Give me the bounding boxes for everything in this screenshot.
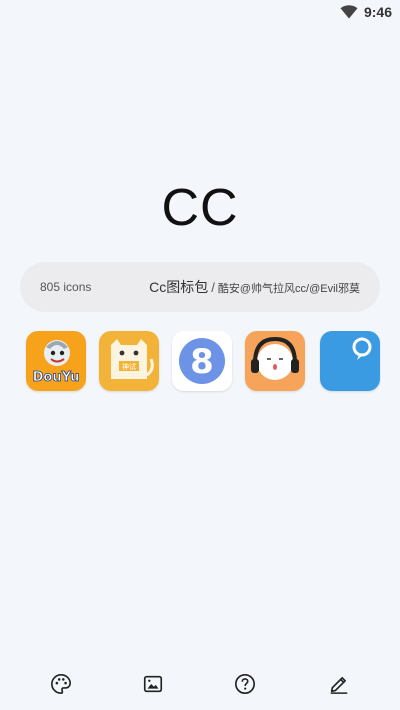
icon-pack-info-card[interactable]: 805 icons Cc图标包 / 酷安@帅气拉风cc/@Evil邪莫 xyxy=(20,262,380,312)
pack-separator: / xyxy=(211,280,215,295)
number-eight-icon[interactable]: 8 xyxy=(172,331,232,391)
status-bar: 9:46 xyxy=(0,0,400,24)
pack-info: Cc图标包 / 酷安@帅气拉风cc/@Evil邪莫 xyxy=(149,277,360,297)
shenshi-cat-icon[interactable]: 神试 xyxy=(99,331,159,391)
edit-icon[interactable] xyxy=(325,670,353,698)
pack-name: Cc图标包 xyxy=(149,279,209,295)
wallpaper-icon[interactable] xyxy=(139,670,167,698)
page-title: CC xyxy=(161,179,239,237)
eight-label: 8 xyxy=(190,342,214,382)
status-time: 9:46 xyxy=(363,4,392,20)
wifi-icon xyxy=(340,5,358,19)
speech-bubble-icon[interactable] xyxy=(320,331,380,391)
pack-authors: 酷安@帅气拉风cc/@Evil邪莫 xyxy=(217,283,360,295)
bottom-navigation xyxy=(0,658,400,710)
headphone-face-icon[interactable] xyxy=(245,331,305,391)
launcher-screen: 9:46 CC 805 icons Cc图标包 / 酷安@帅气拉风cc/@Evil邪… xyxy=(0,0,400,710)
douyu-icon[interactable]: DouYu xyxy=(26,331,86,391)
palette-icon[interactable] xyxy=(47,670,75,698)
icon-preview-row: DouYu 神试 8 xyxy=(26,331,382,393)
douyu-label: DouYu xyxy=(33,370,80,385)
icon-count: 805 icons xyxy=(40,280,92,294)
cat-label: 神试 xyxy=(122,362,136,371)
help-icon[interactable] xyxy=(231,670,259,698)
